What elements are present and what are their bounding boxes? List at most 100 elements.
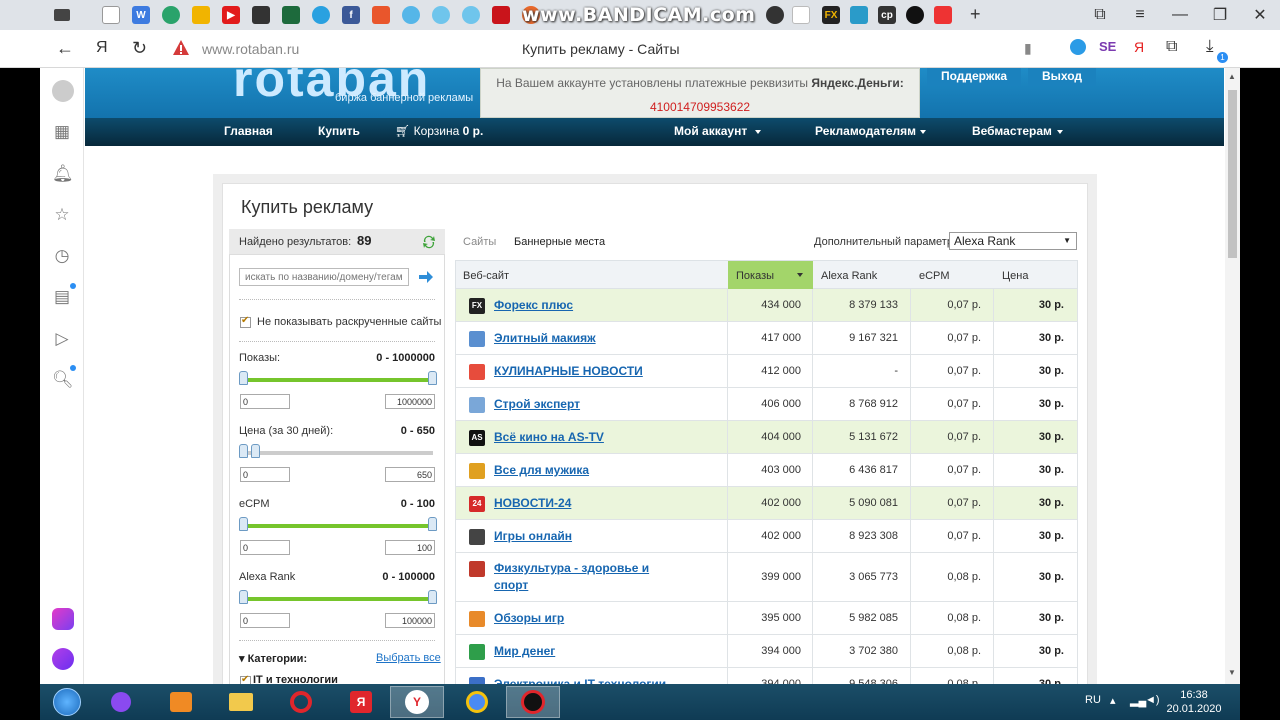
col-shows-sorted[interactable]: Показы [728,261,813,289]
ecpm-min-input[interactable] [240,540,290,555]
new-tab-icon[interactable]: + [970,4,981,25]
map-pin-icon[interactable] [934,6,952,24]
shows-max-input[interactable] [385,394,435,409]
yandex-red-icon[interactable]: Я [1134,39,1144,55]
opera-taskbar-icon[interactable] [274,686,328,718]
search-input[interactable] [239,268,409,286]
table-row[interactable]: Все для мужика 403 000 6 436 817 0,07 р. 30 … [455,454,1078,487]
page-scrollbar[interactable]: ▲ ▼ [1225,68,1240,684]
ecpm-slider-track[interactable] [243,524,433,528]
col-ecpm[interactable]: eCPM [919,270,950,282]
alexa-slider-min-handle[interactable] [239,590,248,604]
ecpm-slider-max-handle[interactable] [428,517,437,531]
select-all-link[interactable]: Выбрать все [376,652,441,664]
site-link[interactable]: Игры онлайн [494,528,674,545]
envelope-icon[interactable] [850,6,868,24]
start-button[interactable] [40,686,94,718]
dots-icon-2[interactable] [432,6,450,24]
mail-icon[interactable] [192,6,210,24]
avatar[interactable] [52,80,74,102]
price-slider-min-handle[interactable] [239,444,248,458]
site-link[interactable]: Электроника и IT-технологии [494,676,674,684]
site-link[interactable]: Элитный макияж [494,330,674,347]
alexa-slider-track[interactable] [243,597,433,601]
nav-home[interactable]: Главная [224,124,273,138]
page-icon[interactable] [102,6,120,24]
star-icon[interactable]: ☆ [52,205,72,225]
se-icon[interactable]: SE [1099,39,1116,54]
clock[interactable]: 16:38 20.01.2020 [1164,688,1224,716]
word-icon[interactable]: W [132,6,150,24]
chart-icon[interactable] [282,6,300,24]
table-row[interactable]: Мир денег 394 000 3 702 380 0,08 р. 30 р. [455,635,1078,668]
price-max-input[interactable] [385,467,435,482]
price-slider-max-handle[interactable] [251,444,260,458]
site-link[interactable]: Форекс плюс [494,297,674,314]
site-link[interactable]: Мир денег [494,643,674,660]
green-circle-icon[interactable] [162,6,180,24]
alexa-slider-max-handle[interactable] [428,590,437,604]
youtube-icon[interactable]: ▶ [222,6,240,24]
active-tab-icon[interactable] [792,6,810,24]
site-link[interactable]: Строй эксперт [494,396,674,413]
extra-param-select[interactable]: Alexa Rank [949,232,1077,250]
ecpm-max-input[interactable] [385,540,435,555]
nav-buy[interactable]: Купить [318,124,360,138]
check-dark-icon[interactable] [766,6,784,24]
check-circle-icon[interactable] [312,6,330,24]
close-icon[interactable]: ✕ [1240,0,1280,30]
network-icon[interactable]: ▂▄ [1130,694,1146,707]
scroll-up-icon[interactable]: ▲ [1228,72,1236,81]
search-doc-icon[interactable]: 🔍︎ [52,370,74,390]
table-row[interactable]: Строй эксперт 406 000 8 768 912 0,07 р. 30 р… [455,388,1078,421]
menu-icon[interactable]: ≡ [1120,0,1160,30]
table-row[interactable]: Физкультура - здоровье и спорт 399 000 3 0… [455,553,1078,602]
shows-slider-track[interactable] [243,378,433,382]
cp-icon[interactable]: cp [878,6,896,24]
download-icon[interactable]: ⤓ [1206,36,1214,56]
site-link[interactable]: Обзоры игр [494,610,674,627]
site-link[interactable]: НОВОСТИ-24 [494,495,674,512]
shows-slider-min-handle[interactable] [239,371,248,385]
scroll-down-icon[interactable]: ▼ [1228,668,1236,677]
fx-icon[interactable]: FX [822,6,840,24]
tabs-manager-icon[interactable] [54,9,70,21]
crown-icon[interactable] [492,6,510,24]
table-row[interactable]: Игры онлайн 402 000 8 923 308 0,07 р. 30 р. [455,520,1078,553]
yandex-taskbar-icon[interactable]: Я [334,686,388,718]
col-alexa[interactable]: Alexa Rank [821,270,877,282]
history-icon[interactable]: ◷ [52,246,72,266]
alexa-max-input[interactable] [385,613,435,628]
site-link[interactable]: Физкультура - здоровье и спорт [494,560,674,594]
bell-icon[interactable]: 🔔︎ [52,164,74,184]
bookmark-icon[interactable]: ▮ [1024,40,1032,57]
facebook-icon[interactable]: f [342,6,360,24]
col-site[interactable]: Веб-сайт [463,270,509,282]
price-slider-track[interactable] [243,451,433,455]
support-button[interactable]: Поддержка [927,68,1021,86]
site-link[interactable]: КУЛИНАРНЫЕ НОВОСТИ [494,363,674,380]
tab-sites[interactable]: Сайты [463,236,496,248]
nav-webmasters[interactable]: Вебмастерам [972,124,1063,138]
table-row[interactable]: AS Всё кино на AS-TV 404 000 5 131 672 0,07 … [455,421,1078,454]
translate-icon[interactable]: ⧉ [1166,38,1177,56]
nav-cart[interactable]: 🛒︎ Корзина 0 р. [395,124,483,138]
scroll-thumb[interactable] [1228,90,1237,258]
table-row[interactable]: Элитный макияж 417 000 9 167 321 0,07 р. 30 … [455,322,1078,355]
pinterest-icon[interactable] [372,6,390,24]
refresh-icon[interactable]: ↻ [132,38,147,59]
table-row[interactable]: Обзоры игр 395 000 5 982 085 0,08 р. 30 р. [455,602,1078,635]
language-indicator[interactable]: RU [1085,694,1101,706]
media-taskbar-icon[interactable] [154,686,208,718]
messenger-icon[interactable] [52,608,74,630]
hide-promoted-checkbox[interactable] [240,315,251,328]
robot-icon[interactable] [252,6,270,24]
url-field[interactable]: www.rotaban.ru [202,41,299,57]
back-icon[interactable]: ← [56,38,74,59]
site-link[interactable]: Все для мужика [494,462,674,479]
alice-taskbar-icon[interactable] [94,686,148,718]
dark-circle-icon[interactable] [906,6,924,24]
table-row[interactable]: 24 НОВОСТИ-24 402 000 5 090 081 0,07 р. 30 р. [455,487,1078,520]
price-min-input[interactable] [240,467,290,482]
alexa-min-input[interactable] [240,613,290,628]
